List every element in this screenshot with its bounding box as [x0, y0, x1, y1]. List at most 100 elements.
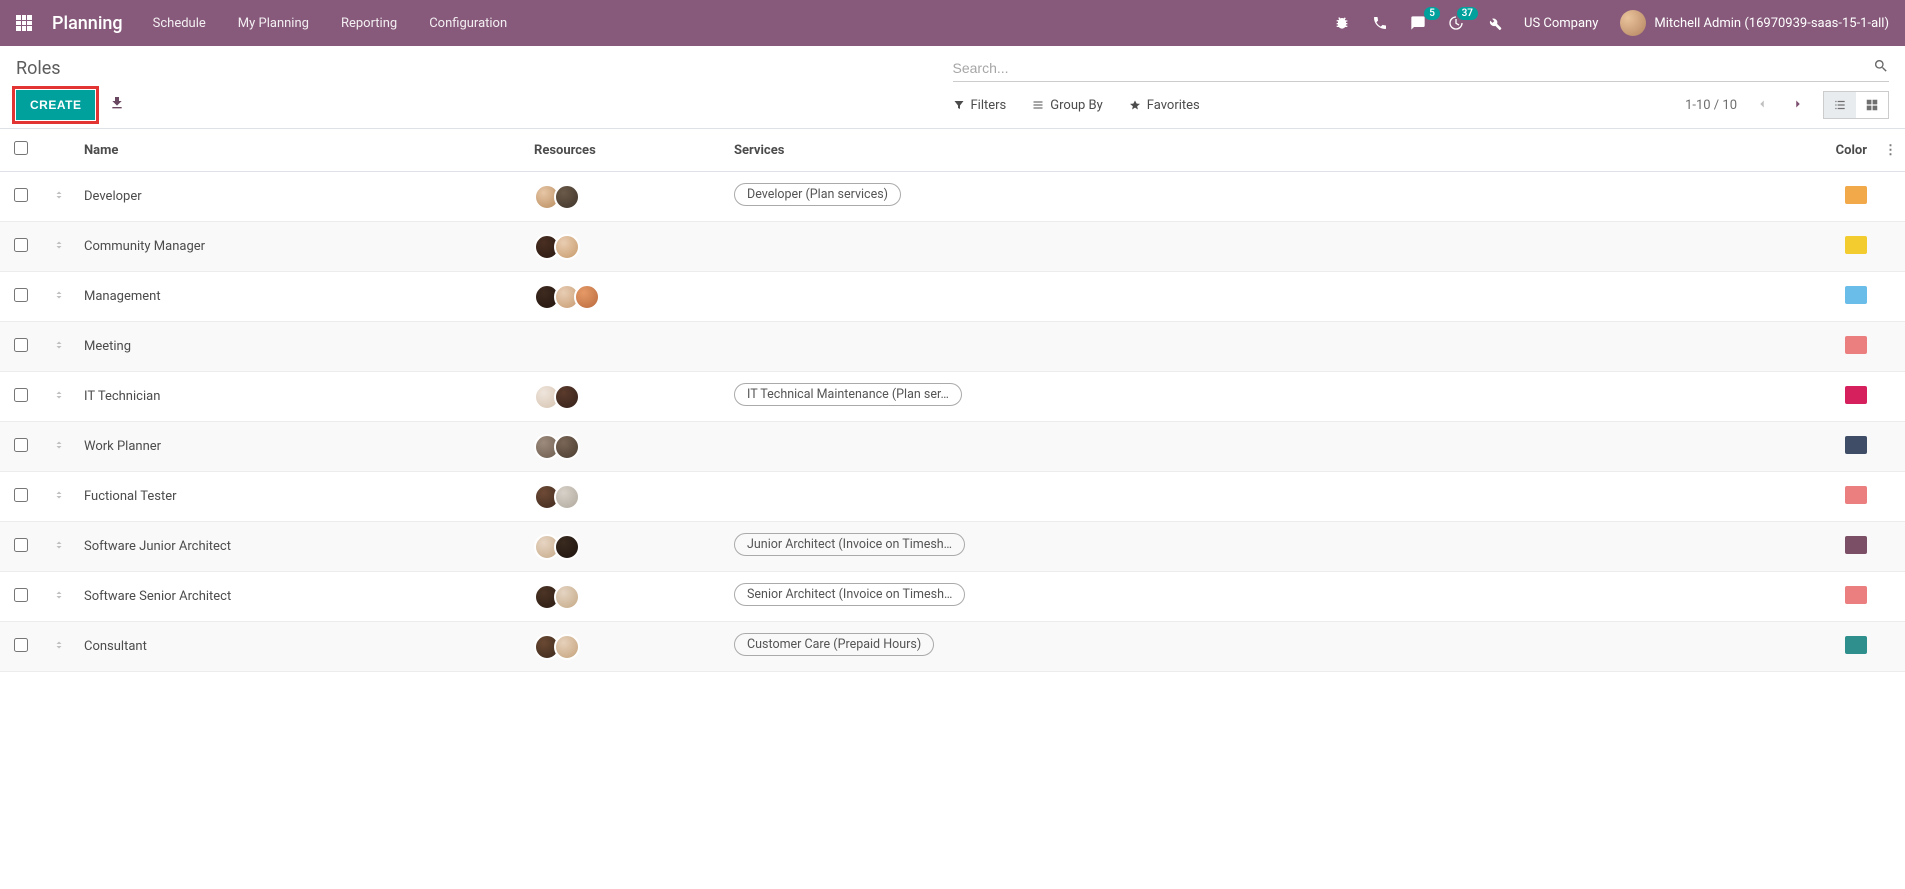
messages-badge: 5 [1424, 7, 1440, 20]
activities-icon[interactable]: 37 [1448, 15, 1464, 31]
avatar-icon[interactable] [554, 234, 580, 260]
color-swatch[interactable] [1845, 536, 1867, 554]
nav-item-reporting[interactable]: Reporting [341, 16, 397, 31]
tools-icon[interactable] [1486, 15, 1502, 31]
user-menu[interactable]: Mitchell Admin (16970939-saas-15-1-all) [1620, 10, 1889, 36]
column-options-icon[interactable]: ⋮ [1875, 129, 1905, 172]
color-swatch[interactable] [1845, 586, 1867, 604]
table-row[interactable]: Meeting [0, 322, 1905, 372]
nav-item-my-planning[interactable]: My Planning [238, 16, 309, 31]
services-cell: IT Technical Maintenance (Plan ser… [726, 372, 1815, 422]
row-checkbox[interactable] [14, 338, 28, 352]
service-tag[interactable]: Customer Care (Prepaid Hours) [734, 633, 934, 656]
column-color[interactable]: Color [1815, 129, 1875, 172]
row-checkbox[interactable] [14, 438, 28, 452]
color-swatch[interactable] [1845, 186, 1867, 204]
row-trailing-cell [1875, 172, 1905, 222]
color-swatch[interactable] [1845, 636, 1867, 654]
service-tag[interactable]: IT Technical Maintenance (Plan ser… [734, 383, 962, 406]
kanban-view-icon[interactable] [1856, 92, 1888, 118]
drag-handle-icon[interactable] [42, 572, 76, 622]
table-row[interactable]: Software Junior ArchitectJunior Architec… [0, 522, 1905, 572]
nav-item-schedule[interactable]: Schedule [153, 16, 206, 31]
color-swatch[interactable] [1845, 236, 1867, 254]
avatar-icon[interactable] [554, 384, 580, 410]
drag-handle-icon[interactable] [42, 422, 76, 472]
avatar-icon[interactable] [574, 284, 600, 310]
avatar-icon[interactable] [554, 184, 580, 210]
color-cell [1815, 572, 1875, 622]
avatar-icon[interactable] [554, 434, 580, 460]
search-icon[interactable] [1873, 58, 1889, 77]
row-checkbox[interactable] [14, 388, 28, 402]
service-tag[interactable]: Developer (Plan services) [734, 183, 901, 206]
drag-handle-icon[interactable] [42, 372, 76, 422]
color-cell [1815, 422, 1875, 472]
pager-next-icon[interactable] [1787, 93, 1809, 118]
color-swatch[interactable] [1845, 486, 1867, 504]
services-cell: Junior Architect (Invoice on Timesh… [726, 522, 1815, 572]
company-switcher[interactable]: US Company [1524, 16, 1598, 31]
avatar-icon[interactable] [554, 584, 580, 610]
drag-handle-icon[interactable] [42, 472, 76, 522]
drag-handle-icon[interactable] [42, 322, 76, 372]
resources-cell [526, 422, 726, 472]
nav-item-configuration[interactable]: Configuration [429, 16, 507, 31]
table-row[interactable]: ConsultantCustomer Care (Prepaid Hours) [0, 622, 1905, 672]
phone-icon[interactable] [1372, 15, 1388, 31]
pager-text[interactable]: 1-10 / 10 [1685, 98, 1737, 113]
avatar-icon[interactable] [554, 634, 580, 660]
table-header: Name Resources Services Color ⋮ [0, 129, 1905, 172]
row-checkbox[interactable] [14, 188, 28, 202]
avatar-icon[interactable] [554, 534, 580, 560]
column-resources[interactable]: Resources [526, 129, 726, 172]
table-row[interactable]: Work Planner [0, 422, 1905, 472]
drag-handle-icon[interactable] [42, 272, 76, 322]
select-all-checkbox[interactable] [14, 141, 28, 155]
groupby-menu[interactable]: Group By [1032, 98, 1103, 113]
table-row[interactable]: Management [0, 272, 1905, 322]
color-swatch[interactable] [1845, 286, 1867, 304]
apps-icon[interactable] [16, 15, 32, 31]
table-row[interactable]: Fuctional Tester [0, 472, 1905, 522]
role-name-cell: Community Manager [76, 222, 526, 272]
filters-menu[interactable]: Filters [953, 98, 1007, 113]
table-row[interactable]: IT TechnicianIT Technical Maintenance (P… [0, 372, 1905, 422]
pager-prev-icon[interactable] [1751, 93, 1773, 118]
row-checkbox[interactable] [14, 288, 28, 302]
drag-handle-icon[interactable] [42, 522, 76, 572]
drag-handle-icon[interactable] [42, 172, 76, 222]
color-swatch[interactable] [1845, 436, 1867, 454]
row-checkbox[interactable] [14, 588, 28, 602]
services-cell [726, 272, 1815, 322]
column-services[interactable]: Services [726, 129, 1815, 172]
row-checkbox[interactable] [14, 538, 28, 552]
row-checkbox[interactable] [14, 638, 28, 652]
color-cell [1815, 372, 1875, 422]
messages-icon[interactable]: 5 [1410, 15, 1426, 31]
module-title[interactable]: Planning [52, 13, 123, 34]
table-row[interactable]: Software Senior ArchitectSenior Architec… [0, 572, 1905, 622]
create-button[interactable]: CREATE [16, 90, 95, 120]
breadcrumb: Roles [16, 58, 953, 79]
table-row[interactable]: Community Manager [0, 222, 1905, 272]
search-box[interactable] [953, 54, 1890, 82]
bug-icon[interactable] [1334, 15, 1350, 31]
download-icon[interactable] [109, 95, 125, 115]
service-tag[interactable]: Junior Architect (Invoice on Timesh… [734, 533, 965, 556]
color-swatch[interactable] [1845, 336, 1867, 354]
row-checkbox[interactable] [14, 488, 28, 502]
table-row[interactable]: DeveloperDeveloper (Plan services) [0, 172, 1905, 222]
service-tag[interactable]: Senior Architect (Invoice on Timesh… [734, 583, 965, 606]
color-swatch[interactable] [1845, 386, 1867, 404]
color-cell [1815, 522, 1875, 572]
row-checkbox[interactable] [14, 238, 28, 252]
search-input[interactable] [953, 60, 1874, 76]
favorites-menu[interactable]: Favorites [1129, 98, 1200, 113]
nav-menu: Schedule My Planning Reporting Configuratio… [153, 16, 540, 31]
avatar-icon[interactable] [554, 484, 580, 510]
drag-handle-icon[interactable] [42, 622, 76, 672]
column-name[interactable]: Name [76, 129, 526, 172]
list-view-icon[interactable] [1824, 92, 1856, 118]
drag-handle-icon[interactable] [42, 222, 76, 272]
